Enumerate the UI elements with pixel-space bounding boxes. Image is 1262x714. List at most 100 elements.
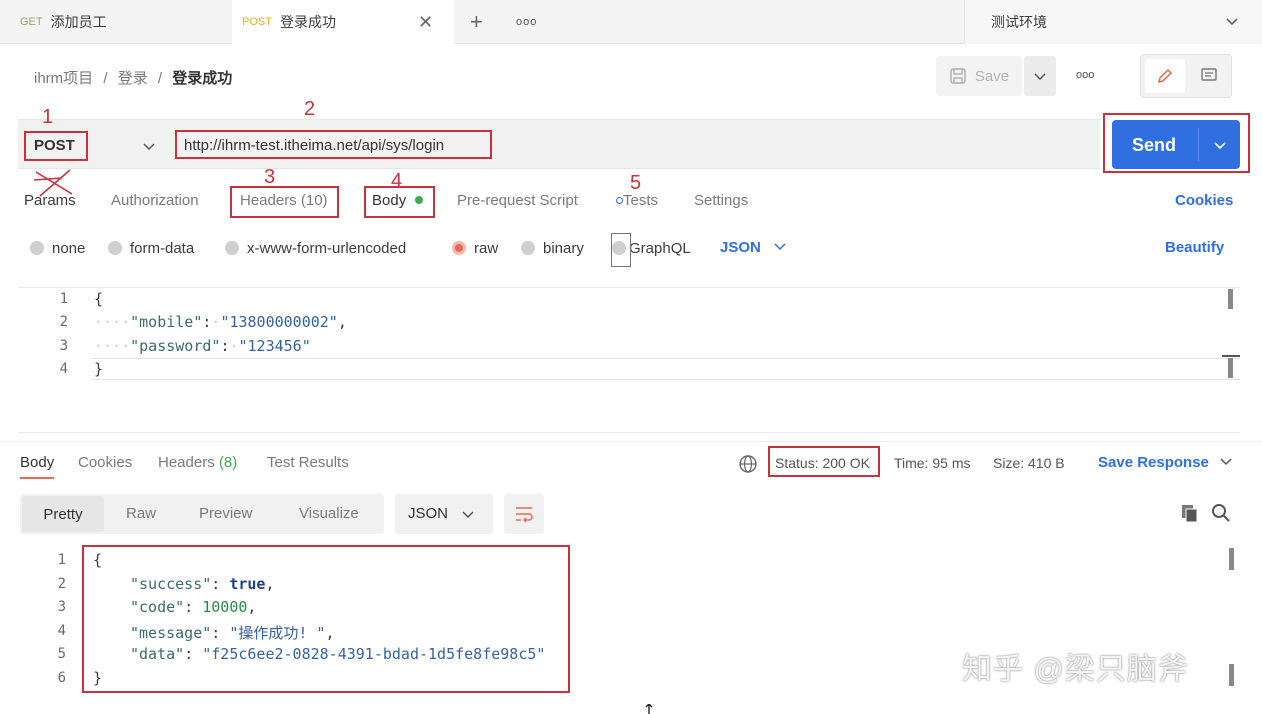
scrollbar-bottom[interactable] xyxy=(1228,358,1233,378)
tab-authorization[interactable]: Authorization xyxy=(111,192,199,209)
time-text: Time: 95 ms xyxy=(894,455,971,471)
breadcrumb-project[interactable]: ihrm项目 xyxy=(34,70,93,87)
beautify-link[interactable]: Beautify xyxy=(1165,239,1224,256)
annotation-mark-graphql xyxy=(611,233,631,267)
code-line: ····"mobile":·"13800000002", xyxy=(94,313,347,331)
scrollbar-bottom[interactable] xyxy=(1229,664,1234,686)
more-options-button[interactable]: ooo xyxy=(1076,69,1094,81)
save-response-button[interactable]: Save Response xyxy=(1098,454,1233,471)
json-key: "mobile" xyxy=(130,313,203,331)
response-format-selector[interactable]: JSON xyxy=(395,494,493,534)
code-line: ····"password":·"123456" xyxy=(94,337,311,355)
code-line: { xyxy=(93,551,102,569)
view-mode-raw[interactable]: Raw xyxy=(126,505,156,522)
send-divider xyxy=(1198,128,1199,161)
annotation-number: 3 xyxy=(264,166,276,188)
json-key: "success" xyxy=(130,575,212,593)
size-text: Size: 410 B xyxy=(993,455,1065,471)
response-tab-body[interactable]: Body xyxy=(20,454,55,479)
response-tab-test-results[interactable]: Test Results xyxy=(267,454,349,471)
scrollbar[interactable] xyxy=(1229,548,1234,570)
body-type-none[interactable]: none xyxy=(30,240,85,257)
json-brace: } xyxy=(94,360,104,378)
scrollbar[interactable] xyxy=(1228,289,1233,309)
body-type-label: raw xyxy=(474,240,499,257)
more-tabs-button[interactable]: ooo xyxy=(516,0,537,44)
line-number: 5 xyxy=(57,646,66,662)
json-brace: { xyxy=(94,290,104,308)
annotation-number: 4 xyxy=(391,170,403,192)
line-number: 4 xyxy=(57,623,66,639)
body-type-label: form-data xyxy=(130,240,195,257)
code-line: "data": "f25c6ee2-0828-4391-bdad-1d5fe8f… xyxy=(130,645,546,663)
body-format-label: JSON xyxy=(720,239,761,256)
tab-post-request[interactable]: POST 登录成功 ✕ xyxy=(232,0,454,44)
save-response-label: Save Response xyxy=(1098,454,1209,471)
body-type-form-data[interactable]: form-data xyxy=(108,240,194,257)
tests-indicator-icon xyxy=(616,197,623,204)
code-line: "code": 10000, xyxy=(130,598,257,616)
radio-icon xyxy=(108,241,122,255)
json-brace: { xyxy=(93,551,103,569)
search-icon[interactable] xyxy=(1211,503,1231,523)
url-input[interactable]: http://ihrm-test.itheima.net/api/sys/log… xyxy=(172,131,1092,159)
environment-label: 测试环境 xyxy=(991,14,1047,30)
tab-headers[interactable]: Headers (10) xyxy=(240,192,328,209)
environment-selector[interactable]: 测试环境 xyxy=(964,0,1262,44)
tab-get-request[interactable]: GET 添加员工 xyxy=(0,0,232,44)
annotation-number: 1 xyxy=(42,106,54,128)
code-line: { xyxy=(94,290,103,308)
response-divider xyxy=(0,441,1262,442)
close-icon[interactable]: ✕ xyxy=(418,12,433,33)
chevron-down-icon xyxy=(1226,18,1238,26)
json-key: "message" xyxy=(130,624,212,642)
code-line: "message": "操作成功! ", xyxy=(130,624,335,642)
wrap-lines-button[interactable] xyxy=(504,494,544,534)
new-tab-button[interactable]: + xyxy=(470,0,483,44)
body-indicator-dot xyxy=(415,196,424,204)
annotation-number: 2 xyxy=(304,98,316,120)
comments-button[interactable] xyxy=(1189,59,1229,93)
chevron-down-icon xyxy=(1220,458,1232,466)
tab-pre-request-script[interactable]: Pre-request Script xyxy=(457,192,578,209)
breadcrumb-separator: / xyxy=(157,70,163,87)
tab-body-label: Body xyxy=(372,192,407,209)
chevron-down-icon xyxy=(143,143,155,151)
response-headers-label: Headers xyxy=(158,454,215,471)
chevron-down-icon[interactable] xyxy=(1213,138,1227,152)
response-tab-cookies[interactable]: Cookies xyxy=(78,454,132,471)
method-label: POST xyxy=(34,137,75,154)
radio-icon xyxy=(225,241,239,255)
save-label: Save xyxy=(974,67,1010,85)
edit-view-button[interactable] xyxy=(1145,59,1185,93)
status-text: Status: 200 OK xyxy=(775,455,870,471)
tab-label: 添加员工 xyxy=(50,14,107,30)
method-label: GET xyxy=(20,16,43,28)
comment-icon xyxy=(1201,68,1217,81)
code-line: } xyxy=(94,360,103,378)
response-tab-headers[interactable]: Headers (8) xyxy=(158,454,237,471)
tab-body[interactable]: Body xyxy=(372,192,424,209)
breadcrumb-folder[interactable]: 登录 xyxy=(118,70,148,87)
body-type-binary[interactable]: binary xyxy=(521,240,584,257)
body-format-selector[interactable]: JSON xyxy=(720,239,787,256)
send-button[interactable]: Send xyxy=(1112,120,1240,169)
save-button[interactable]: Save xyxy=(936,56,1022,96)
save-dropdown-button[interactable] xyxy=(1024,56,1056,96)
line-number: 2 xyxy=(57,576,66,592)
view-mode-pretty[interactable]: Pretty xyxy=(22,496,104,532)
copy-icon[interactable] xyxy=(1180,503,1200,523)
page-title: 登录成功 xyxy=(172,70,233,87)
view-mode-preview[interactable]: Preview xyxy=(199,505,252,522)
view-toggle-group xyxy=(1140,54,1232,98)
view-mode-visualize[interactable]: Visualize xyxy=(299,505,359,522)
cookies-link[interactable]: Cookies xyxy=(1175,192,1233,209)
breadcrumb: ihrm项目 / 登录 / 登录成功 xyxy=(34,67,232,88)
body-type-raw[interactable]: raw xyxy=(452,240,498,257)
watermark: 知乎 @梁只脑斧 xyxy=(962,653,1189,686)
method-selector[interactable]: POST xyxy=(24,131,166,161)
cross-out-mark xyxy=(33,169,73,197)
tab-settings[interactable]: Settings xyxy=(694,192,748,209)
globe-icon[interactable] xyxy=(738,454,758,474)
body-type-urlencoded[interactable]: x-www-form-urlencoded xyxy=(225,240,406,257)
